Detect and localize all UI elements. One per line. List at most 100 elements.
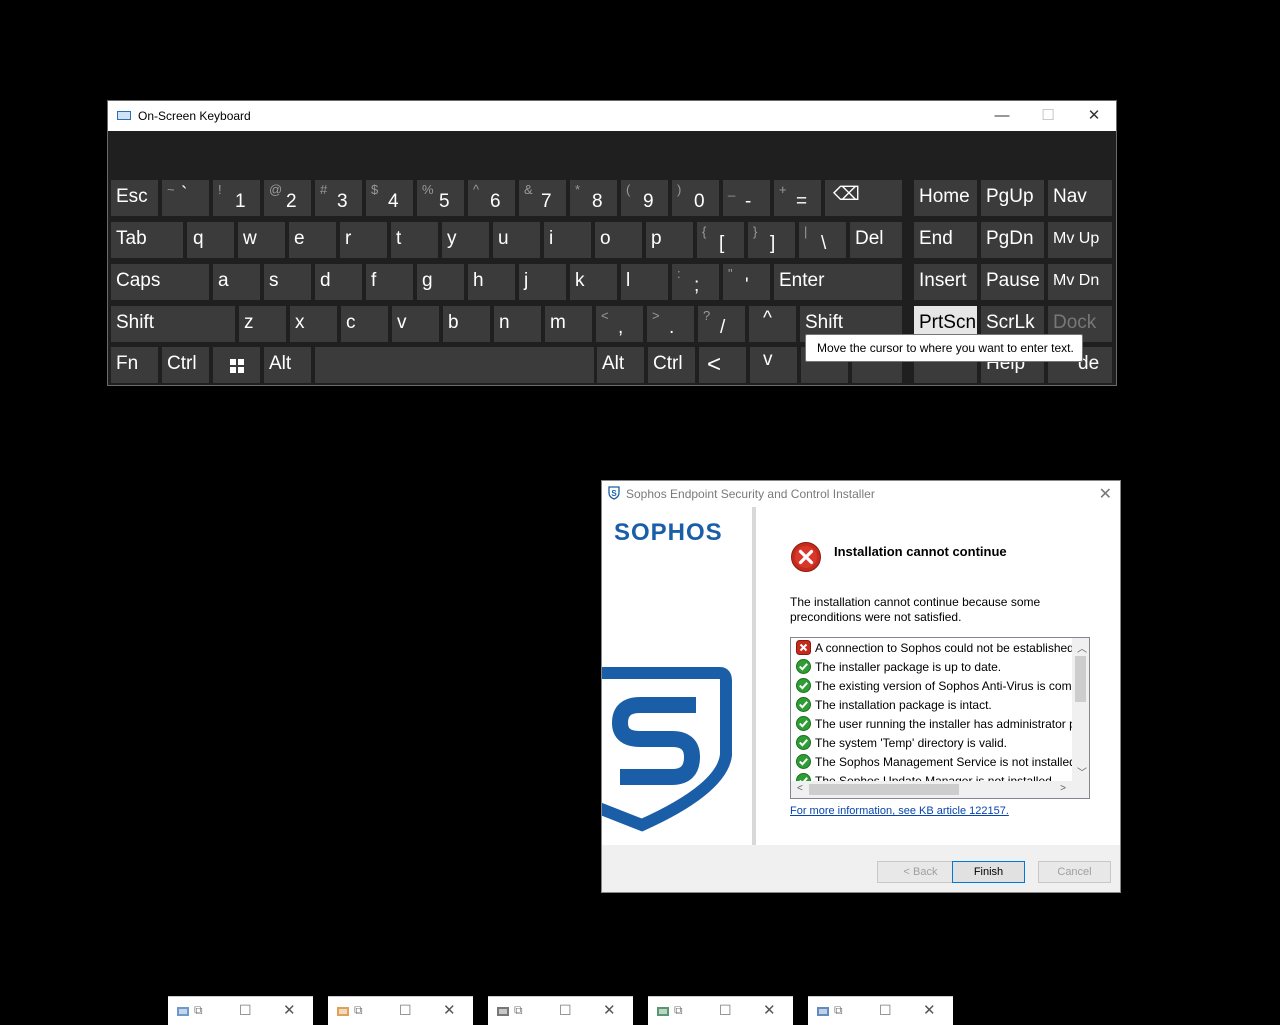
sophos-close-button[interactable]: ✕ xyxy=(1099,484,1112,504)
key-i[interactable]: i xyxy=(544,222,591,258)
key-del[interactable]: Del xyxy=(850,222,902,258)
restore-button[interactable]: ⧉ xyxy=(674,1003,683,1018)
maximize-button[interactable]: ☐ xyxy=(239,1002,252,1019)
key-pause[interactable]: Pause xyxy=(981,264,1044,300)
scroll-left-icon[interactable]: < xyxy=(797,783,803,794)
restore-button[interactable]: ⧉ xyxy=(834,1003,843,1018)
key-3[interactable]: #3 xyxy=(315,180,362,216)
key-p[interactable]: p xyxy=(646,222,693,258)
vertical-scroll-thumb[interactable] xyxy=(1075,656,1086,702)
restore-button[interactable]: ⧉ xyxy=(514,1003,523,1018)
key-backspace[interactable]: ⌫ xyxy=(825,180,902,216)
horizontal-scrollbar[interactable]: < > xyxy=(791,781,1072,798)
scroll-right-icon[interactable]: > xyxy=(1060,783,1066,794)
key-c[interactable]: c xyxy=(341,306,388,342)
cancel-button[interactable]: Cancel xyxy=(1038,861,1111,883)
restore-button[interactable]: ⧉ xyxy=(354,1003,363,1018)
maximize-button[interactable]: ☐ xyxy=(879,1002,892,1019)
key-semicolon[interactable]: :; xyxy=(672,264,719,300)
key-v[interactable]: v xyxy=(392,306,439,342)
key-esc[interactable]: Esc xyxy=(111,180,158,216)
sophos-titlebar[interactable]: S Sophos Endpoint Security and Control I… xyxy=(602,481,1120,507)
key-comma[interactable]: <, xyxy=(596,306,643,342)
key-l[interactable]: l xyxy=(621,264,668,300)
minimized-window[interactable]: ⧉ ☐ ✕ xyxy=(808,996,953,1025)
close-button[interactable]: ✕ xyxy=(443,1001,456,1019)
minimized-window[interactable]: ⧉ ☐ ✕ xyxy=(648,996,793,1025)
key-minus[interactable]: _ - xyxy=(723,180,770,216)
minimized-window[interactable]: ⧉ ☐ ✕ xyxy=(488,996,633,1025)
key-end[interactable]: End xyxy=(914,222,977,258)
key-7[interactable]: & 7 xyxy=(519,180,566,216)
key-0[interactable]: ) 0 xyxy=(672,180,719,216)
key-b[interactable]: b xyxy=(443,306,490,342)
key-k[interactable]: k xyxy=(570,264,617,300)
osk-titlebar[interactable]: On-Screen Keyboard — ☐ ✕ xyxy=(108,101,1116,131)
key-pgdn[interactable]: PgDn xyxy=(981,222,1044,258)
key-u[interactable]: u xyxy=(493,222,540,258)
key-2[interactable]: @2 xyxy=(264,180,311,216)
back-button[interactable]: < Back xyxy=(877,861,964,883)
key-windows[interactable] xyxy=(213,347,260,383)
key-4[interactable]: $4 xyxy=(366,180,413,216)
maximize-button[interactable]: ☐ xyxy=(399,1002,412,1019)
key-z[interactable]: z xyxy=(239,306,286,342)
key-pgup[interactable]: PgUp xyxy=(981,180,1044,216)
maximize-button[interactable]: ☐ xyxy=(1025,101,1071,131)
key-a[interactable]: a xyxy=(213,264,260,300)
key-d[interactable]: d xyxy=(315,264,362,300)
minimize-button[interactable]: — xyxy=(979,101,1025,131)
key-w[interactable]: w xyxy=(238,222,285,258)
key-s[interactable]: s xyxy=(264,264,311,300)
key-arrow-up[interactable]: ^ xyxy=(749,306,796,342)
key-move-down[interactable]: Mv Dn xyxy=(1048,264,1112,300)
key-caps[interactable]: Caps xyxy=(111,264,209,300)
key-q[interactable]: q xyxy=(187,222,234,258)
key-backslash[interactable]: | \ xyxy=(799,222,846,258)
maximize-button[interactable]: ☐ xyxy=(559,1002,572,1019)
minimized-window[interactable]: ⧉ ☐ ✕ xyxy=(168,996,313,1025)
key-nav[interactable]: Nav xyxy=(1048,180,1112,216)
key-insert[interactable]: Insert xyxy=(914,264,977,300)
close-button[interactable]: ✕ xyxy=(763,1001,776,1019)
key-o[interactable]: o xyxy=(595,222,642,258)
key-6[interactable]: ^ 6 xyxy=(468,180,515,216)
minimized-window[interactable]: ⧉ ☐ ✕ xyxy=(328,996,473,1025)
key-n[interactable]: n xyxy=(494,306,541,342)
key-y[interactable]: y xyxy=(442,222,489,258)
close-button[interactable]: ✕ xyxy=(603,1001,616,1019)
key-slash[interactable]: ? / xyxy=(698,306,745,342)
scroll-down-icon[interactable]: ﹀ xyxy=(1077,764,1087,779)
key-arrow-left[interactable]: < xyxy=(699,347,746,383)
key-shift-left[interactable]: Shift xyxy=(111,306,235,342)
key-m[interactable]: m xyxy=(545,306,592,342)
key-alt-right[interactable]: Alt xyxy=(597,347,644,383)
key-right-bracket[interactable]: }] xyxy=(748,222,795,258)
key-e[interactable]: e xyxy=(289,222,336,258)
kb-article-link[interactable]: For more information, see KB article 122… xyxy=(790,805,1009,817)
close-button[interactable]: ✕ xyxy=(1071,101,1117,131)
key-8[interactable]: * 8 xyxy=(570,180,617,216)
key-tilde[interactable]: ~ ` xyxy=(162,180,209,216)
key-alt-left[interactable]: Alt xyxy=(264,347,311,383)
key-equals[interactable]: + = xyxy=(774,180,821,216)
scroll-up-icon[interactable]: ︿ xyxy=(1077,640,1087,655)
horizontal-scroll-thumb[interactable] xyxy=(809,784,959,795)
preconditions-list[interactable]: A connection to Sophos could not be esta… xyxy=(790,637,1090,799)
key-enter[interactable]: Enter xyxy=(774,264,902,300)
key-period[interactable]: >. xyxy=(647,306,694,342)
close-button[interactable]: ✕ xyxy=(923,1001,936,1019)
close-button[interactable]: ✕ xyxy=(283,1001,296,1019)
key-space[interactable] xyxy=(315,347,594,383)
vertical-scrollbar[interactable]: ︿ ﹀ xyxy=(1072,638,1089,781)
key-h[interactable]: h xyxy=(468,264,515,300)
key-r[interactable]: r xyxy=(340,222,387,258)
key-5[interactable]: % 5 xyxy=(417,180,464,216)
key-quote[interactable]: " ' xyxy=(723,264,770,300)
key-9[interactable]: (9 xyxy=(621,180,668,216)
key-1[interactable]: ! 1 xyxy=(213,180,260,216)
key-fn[interactable]: Fn xyxy=(111,347,158,383)
key-j[interactable]: j xyxy=(519,264,566,300)
maximize-button[interactable]: ☐ xyxy=(719,1002,732,1019)
key-f[interactable]: f xyxy=(366,264,413,300)
